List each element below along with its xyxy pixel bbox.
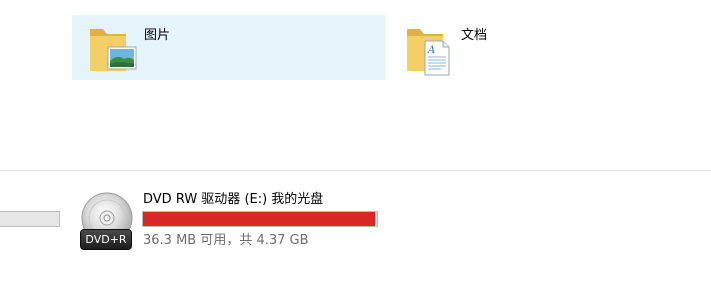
documents-folder-icon: A [407, 29, 450, 76]
previous-drive-usage-bar [0, 211, 60, 227]
svg-text:A: A [427, 45, 435, 56]
pictures-folder-icon [90, 29, 137, 71]
folder-label-pictures: 图片 [144, 28, 171, 43]
folder-tile-pictures[interactable]: 图片 [72, 15, 385, 80]
section-divider [0, 170, 711, 171]
dvd-format-badge: DVD+R [80, 229, 132, 250]
drive-name-label: DVD RW 驱动器 (E:) 我的光盘 [143, 192, 324, 207]
drive-tile-dvd-rw[interactable]: DVD+R DVD RW 驱动器 (E:) 我的光盘 36.3 MB 可用，共 … [78, 190, 388, 256]
drive-usage-fill [143, 212, 376, 226]
drive-free-space-label: 36.3 MB 可用，共 4.37 GB [143, 233, 309, 248]
folder-tile-documents[interactable]: A 文档 [389, 15, 702, 80]
file-explorer-this-pc-view: 图片 A 文档 DVD+R DVD RW 驱动器 (E:) 我的光盘 36.3 … [0, 0, 711, 296]
drive-usage-bar [142, 211, 378, 227]
folder-label-documents: 文档 [461, 28, 488, 43]
